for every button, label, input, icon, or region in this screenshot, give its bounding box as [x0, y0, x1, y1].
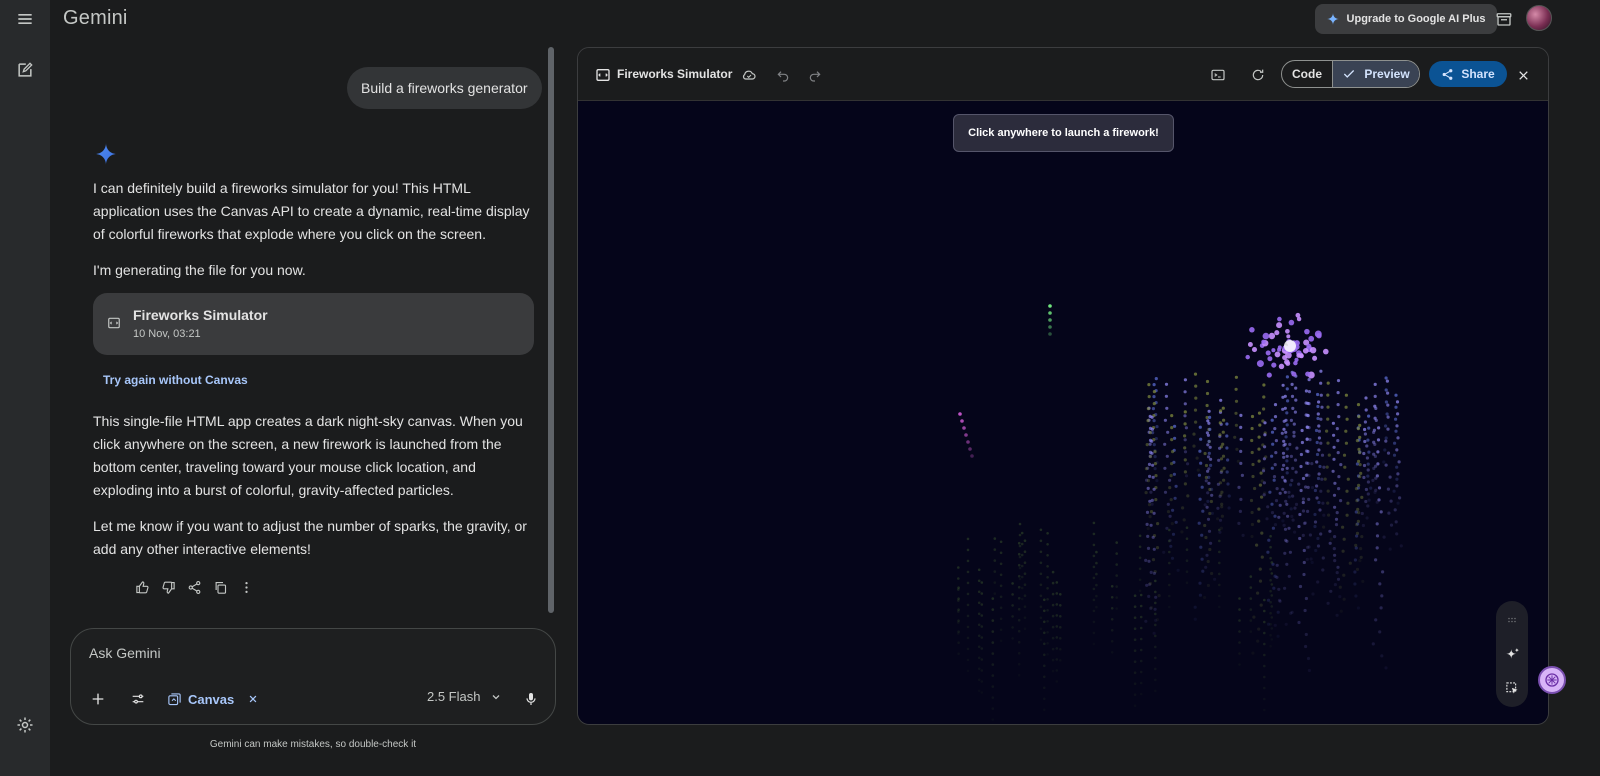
- canvas-header: Fireworks Simulator Code Preview Share: [578, 48, 1548, 101]
- code-tab[interactable]: Code: [1282, 61, 1332, 87]
- thumbs-down-icon[interactable]: [159, 578, 177, 596]
- user-message-bubble: Build a fireworks generator: [347, 67, 542, 109]
- redo-icon[interactable]: [804, 64, 826, 86]
- chevron-down-icon: [493, 694, 500, 699]
- new-chat-edit-icon[interactable]: [8, 53, 42, 87]
- share-button[interactable]: Share: [1429, 61, 1507, 87]
- canvas-chip-label: Canvas: [188, 691, 235, 707]
- thumbs-up-icon[interactable]: [133, 578, 151, 596]
- gemini-app: Gemini Upgrade to Google AI Plus Build a…: [0, 0, 1600, 776]
- canvas-panel: Fireworks Simulator Code Preview Share C…: [577, 47, 1549, 725]
- upgrade-label: Upgrade to Google AI Plus: [1346, 13, 1486, 25]
- file-card-title: Fireworks Simulator: [133, 307, 268, 323]
- file-card-date: 10 Nov, 03:21: [133, 328, 201, 340]
- response-actions: [133, 578, 255, 598]
- fireworks-canvas[interactable]: Click anywhere to launch a firework!: [578, 101, 1548, 724]
- preview-tab[interactable]: Preview: [1332, 61, 1419, 87]
- microphone-icon[interactable]: [521, 687, 541, 711]
- close-icon[interactable]: [1512, 64, 1534, 86]
- reply-followup: Let me know if you want to adjust the nu…: [93, 518, 527, 557]
- reply-intro: I can definitely build a fireworks simul…: [93, 180, 530, 242]
- select-element-icon[interactable]: [1503, 679, 1521, 697]
- check-icon: [1344, 70, 1355, 78]
- left-rail: [0, 0, 50, 776]
- undo-icon[interactable]: [772, 64, 794, 86]
- copy-icon[interactable]: [211, 578, 229, 596]
- model-selector[interactable]: 2.5 Flash: [427, 689, 502, 704]
- drag-handle-icon[interactable]: [1503, 611, 1521, 629]
- upgrade-button[interactable]: Upgrade to Google AI Plus: [1315, 4, 1497, 34]
- gift-icon[interactable]: [1490, 5, 1518, 33]
- top-bar: Gemini Upgrade to Google AI Plus: [50, 0, 1600, 40]
- retry-without-canvas-link[interactable]: Try again without Canvas: [103, 373, 248, 387]
- gemini-spark-icon: [95, 143, 117, 165]
- preview-label: Preview: [1364, 67, 1410, 81]
- launch-hint: Click anywhere to launch a firework!: [953, 114, 1174, 152]
- canvas-tool-chip[interactable]: Canvas: [167, 689, 258, 709]
- canvas-title: Fireworks Simulator: [617, 67, 733, 81]
- code-window-icon: [108, 317, 120, 329]
- model-label: 2.5 Flash: [427, 689, 481, 704]
- console-icon[interactable]: [1207, 64, 1229, 86]
- settings-gear-icon[interactable]: [8, 708, 42, 742]
- canvas-floating-toolbar: [1496, 601, 1528, 707]
- canvas-file-card[interactable]: Fireworks Simulator 10 Nov, 03:21: [93, 293, 534, 355]
- tools-sliders-icon[interactable]: [127, 687, 149, 711]
- menu-icon[interactable]: [8, 2, 42, 36]
- gemini-spark-icon: [1326, 13, 1339, 25]
- more-options-icon[interactable]: [237, 578, 255, 596]
- fireworks-particles: [957, 304, 1403, 721]
- prompt-composer: Canvas 2.5 Flash: [70, 628, 556, 725]
- code-preview-toggle: Code Preview: [1281, 60, 1420, 88]
- chat-scrollbar[interactable]: [548, 47, 554, 613]
- app-title: Gemini: [63, 7, 128, 29]
- add-icon[interactable]: [87, 687, 109, 711]
- cloud-saved-icon[interactable]: [738, 64, 760, 86]
- reply-generating: I'm generating the file for you now.: [93, 262, 306, 278]
- share-icon: [1442, 68, 1453, 80]
- reply-details: This single-file HTML app creates a dark…: [93, 413, 523, 498]
- ai-sparkle-edit-icon[interactable]: [1503, 645, 1521, 663]
- refresh-icon[interactable]: [1247, 64, 1269, 86]
- canvas-icon: [168, 692, 181, 705]
- share-icon[interactable]: [185, 578, 203, 596]
- close-icon[interactable]: [248, 694, 258, 704]
- disclaimer: Gemini can make mistakes, so double-chec…: [209, 739, 417, 750]
- share-label: Share: [1461, 67, 1495, 81]
- gem-assistant-icon[interactable]: [1538, 666, 1566, 694]
- prompt-input[interactable]: [89, 645, 529, 661]
- user-avatar[interactable]: [1526, 5, 1552, 31]
- code-window-icon: [592, 64, 614, 86]
